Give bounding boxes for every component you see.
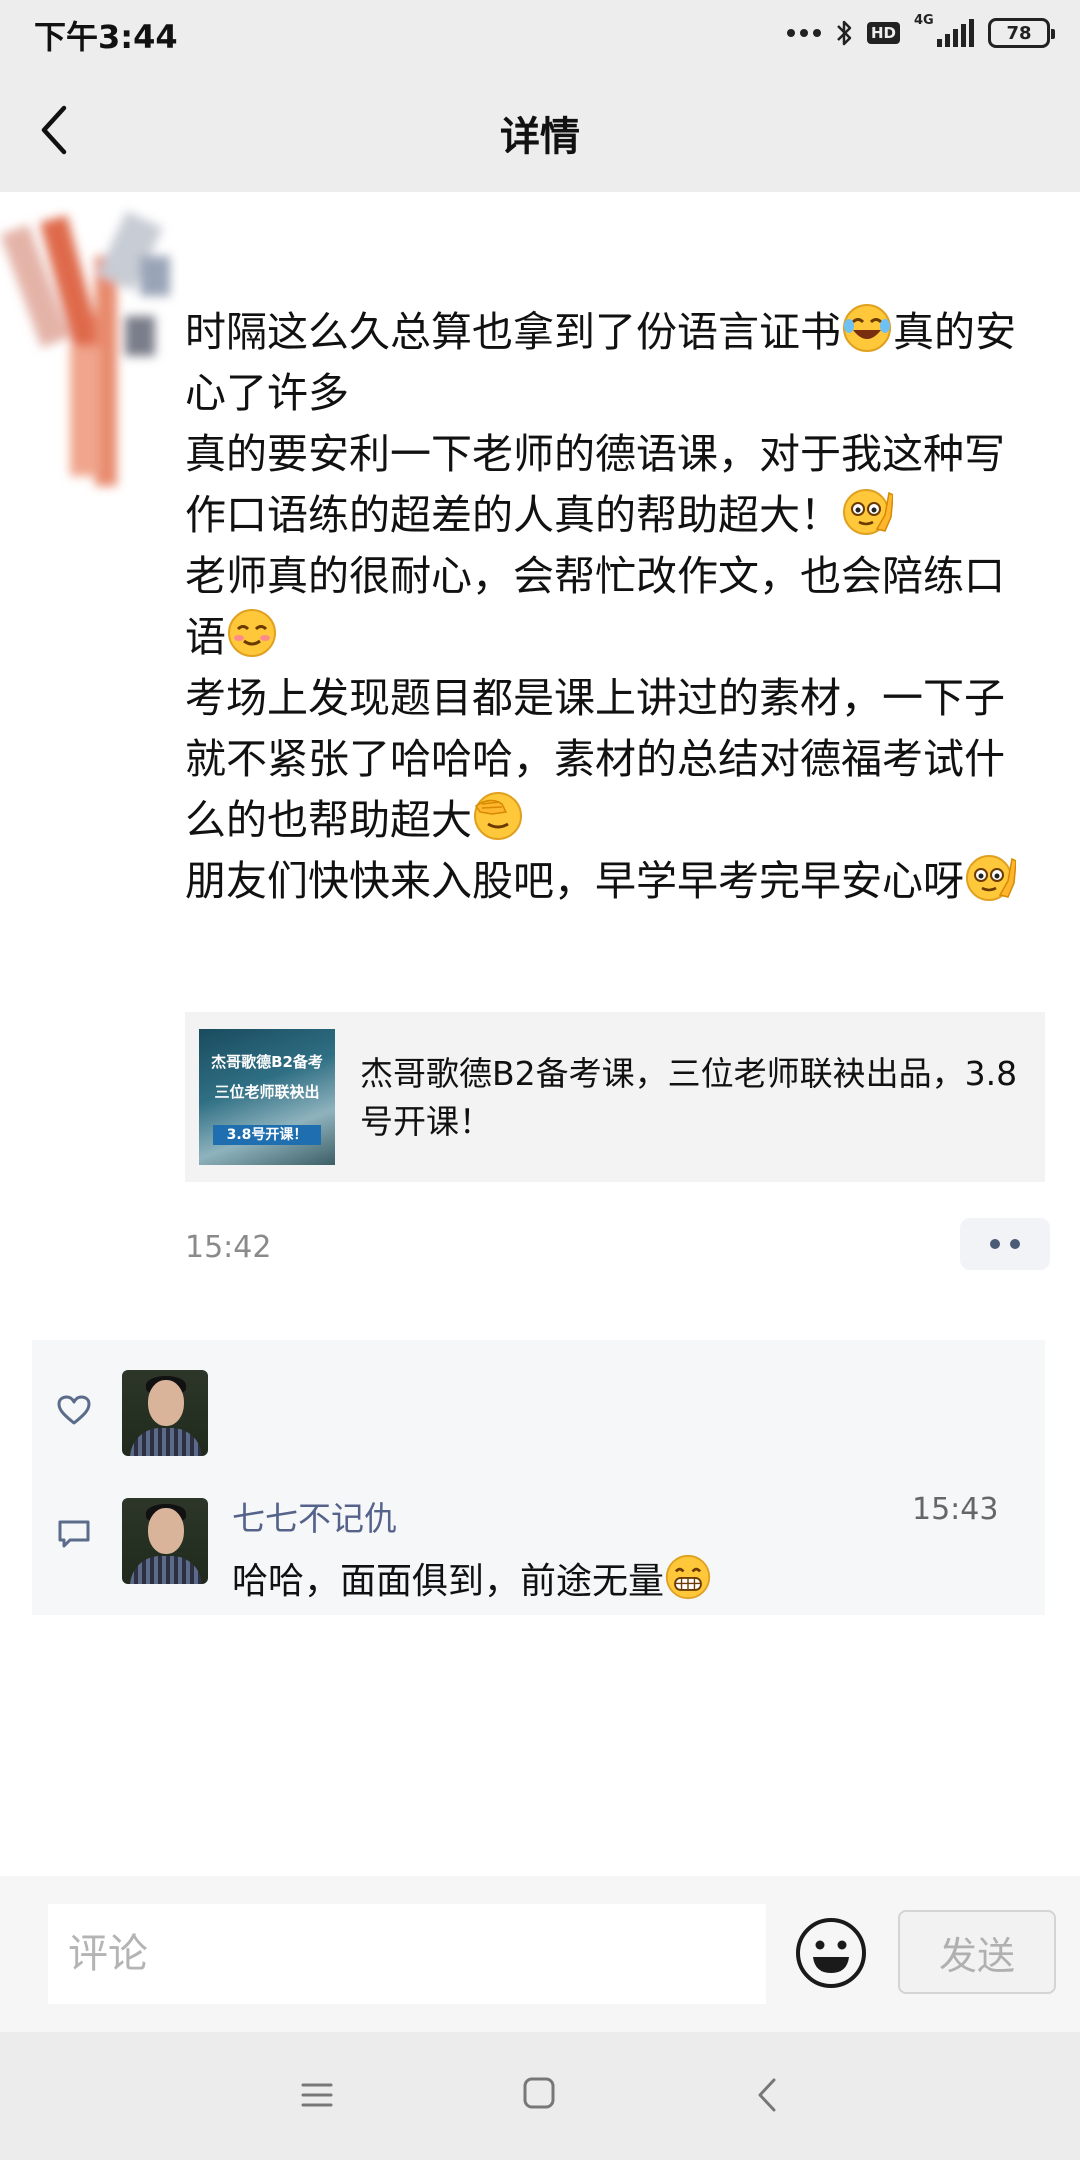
system-nav-bar bbox=[0, 2032, 1080, 2160]
status-time: 下午3:44 bbox=[34, 18, 178, 56]
facepalm-emoji-icon bbox=[474, 792, 522, 840]
bluetooth-icon bbox=[837, 20, 852, 46]
signal-icon: 4G bbox=[914, 13, 974, 49]
network-type: 4G bbox=[914, 13, 934, 28]
comment-input[interactable] bbox=[48, 1904, 766, 2004]
commenter-name[interactable]: 七七不记仇 bbox=[232, 1492, 397, 1540]
comment-icon bbox=[58, 1520, 90, 1548]
more-notifications-icon bbox=[786, 29, 821, 37]
grinning-emoji-icon bbox=[665, 1554, 711, 1600]
poster-avatar[interactable] bbox=[0, 196, 180, 496]
blushing-emoji-icon bbox=[228, 609, 276, 657]
back-icon[interactable] bbox=[754, 2076, 780, 2114]
commenter-avatar[interactable] bbox=[122, 1498, 208, 1584]
send-button[interactable]: 发送 bbox=[898, 1910, 1056, 1994]
post-content: 时隔这么久总算也拿到了份语言证书 真的安心了许多 真的要安利一下老师的德语课，对于… bbox=[185, 302, 1035, 912]
proud-emoji-icon bbox=[966, 855, 1016, 901]
thumb-text: 三位老师联袂出 bbox=[214, 1083, 320, 1101]
post-line: 真的要安利一下老师的德语课，对于我这种写作口语练的超差的人真的帮助超大！ bbox=[185, 430, 1005, 539]
page-title: 详情 bbox=[500, 114, 580, 160]
nav-bar: 详情 bbox=[0, 66, 1080, 192]
status-icons: HD 4G 78 bbox=[786, 13, 1055, 52]
comment-time: 15:43 bbox=[912, 1492, 999, 1527]
shared-link-card[interactable]: 杰哥歌德B2备考 三位老师联袂出 3.8号开课！ 杰哥歌德B2备考课，三位老师联… bbox=[185, 1012, 1045, 1182]
more-options-button[interactable] bbox=[960, 1218, 1050, 1270]
status-bar: 下午3:44 HD 4G 78 bbox=[0, 0, 1080, 66]
home-icon[interactable] bbox=[522, 2076, 556, 2110]
smiley-icon[interactable] bbox=[793, 1915, 869, 1991]
comment-input-bar: 发送 bbox=[0, 1876, 1080, 2032]
post-timestamp: 15:42 bbox=[185, 1230, 272, 1265]
thumb-text: 杰哥歌德B2备考 bbox=[211, 1053, 323, 1071]
link-title: 杰哥歌德B2备考课，三位老师联袂出品，3.8号开课！ bbox=[360, 1054, 1018, 1141]
link-thumbnail: 杰哥歌德B2备考 三位老师联袂出 3.8号开课！ bbox=[199, 1029, 335, 1165]
laughing-emoji-icon bbox=[843, 304, 891, 352]
post-line: 朋友们快快来入股吧，早学早考完早安心呀 bbox=[185, 851, 1035, 912]
menu-icon[interactable] bbox=[300, 2080, 334, 2110]
hd-badge: HD bbox=[866, 22, 900, 44]
proud-emoji-icon bbox=[843, 489, 893, 535]
post-line: 老师真的很耐心，会帮忙改作文，也会陪练口语 bbox=[185, 552, 1005, 661]
heart-icon bbox=[57, 1395, 91, 1425]
interaction-panel: 七七不记仇 15:43 哈哈，面面俱到，前途无量 bbox=[32, 1340, 1045, 1615]
battery-icon: 78 bbox=[988, 18, 1055, 48]
liker-avatar[interactable] bbox=[122, 1370, 208, 1456]
post-line: 时隔这么久总算也拿到了份语言证书 真的安心了许多 bbox=[185, 302, 1035, 424]
battery-level: 78 bbox=[1006, 22, 1032, 44]
comment-text[interactable]: 哈哈，面面俱到，前途无量 bbox=[232, 1552, 712, 1604]
post-line: 考场上发现题目都是课上讲过的素材，一下子就不紧张了哈哈哈，素材的总结对德福考试什… bbox=[185, 674, 1005, 844]
thumb-badge: 3.8号开课！ bbox=[213, 1125, 321, 1145]
